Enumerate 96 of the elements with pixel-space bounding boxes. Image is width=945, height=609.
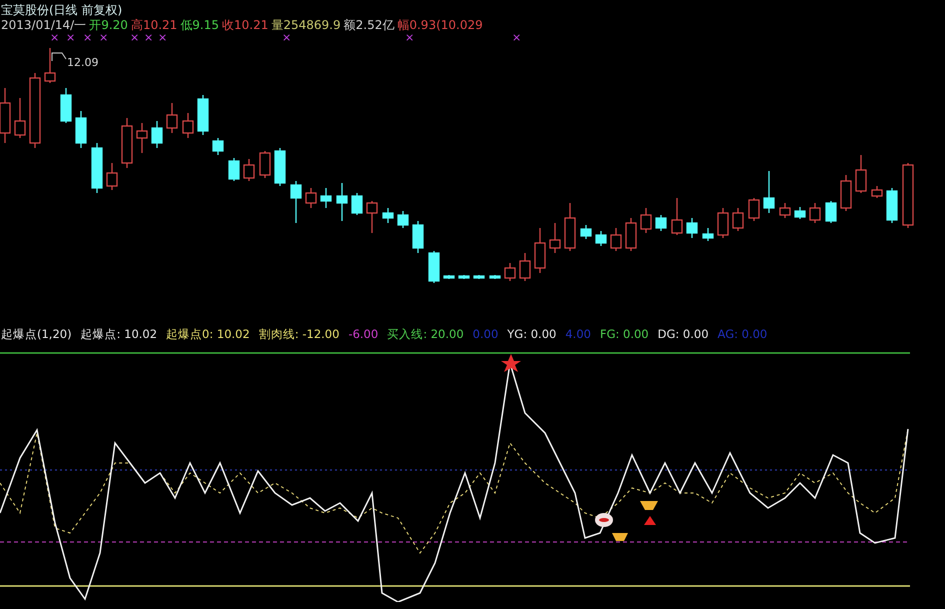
candlestick — [489, 275, 501, 279]
candlestick — [106, 163, 118, 190]
candlestick — [855, 155, 867, 193]
signal-mark: × — [83, 33, 92, 44]
candlestick — [748, 198, 760, 221]
indicator-value: 买入线: 20.00 — [387, 326, 464, 342]
candlestick — [14, 98, 26, 138]
candlestick — [305, 188, 317, 208]
candlestick — [519, 253, 531, 281]
indicator-value: 起爆点0: 10.02 — [166, 326, 250, 342]
indicator-value: 0.00 — [472, 327, 498, 341]
candlestick — [212, 138, 224, 155]
indicator-value: AG: 0.00 — [718, 327, 768, 341]
candlestick — [443, 275, 455, 279]
candlestick — [625, 218, 637, 251]
candlestick — [640, 208, 652, 233]
candlestick — [732, 208, 744, 231]
signal-mark: × — [158, 33, 168, 44]
quote-field: 量254869.9 — [271, 17, 341, 33]
candlestick — [428, 251, 440, 283]
indicator-value: YG: 0.00 — [507, 327, 556, 341]
coin-icon — [595, 513, 613, 527]
candlestick — [763, 171, 775, 213]
candlestick — [136, 123, 148, 153]
signal-mark: × — [66, 33, 76, 44]
candlestick — [458, 275, 470, 279]
candlestick — [366, 201, 378, 233]
candlestick — [290, 181, 302, 223]
chart-title: 宝莫股份(日线 前复权) — [0, 2, 124, 17]
candlestick — [166, 103, 178, 133]
signal-mark: × — [405, 33, 414, 44]
candlestick — [702, 228, 714, 241]
candlestick — [840, 175, 852, 211]
candlestick — [671, 198, 683, 235]
candlestick — [412, 221, 424, 253]
signal-mark: × — [512, 33, 522, 44]
candlestick — [336, 183, 348, 221]
leader-line — [52, 52, 66, 62]
candlestick — [504, 263, 516, 281]
candlestick — [549, 223, 561, 253]
quote-field: 开9.20 — [89, 17, 128, 33]
candlestick — [75, 111, 87, 148]
candlestick — [686, 218, 698, 238]
quote-field: 收10.21 — [222, 17, 268, 33]
indicator-value: 起爆点: 10.02 — [80, 326, 158, 342]
candlestick — [610, 228, 622, 251]
indicator-value: DG: 0.00 — [658, 327, 709, 341]
candlestick — [794, 207, 806, 219]
candlestick — [655, 215, 667, 231]
signal-mark: × — [282, 33, 292, 44]
star-icon — [501, 354, 521, 372]
candlestick — [595, 231, 607, 246]
candlestick — [182, 113, 194, 138]
candlestick — [825, 201, 837, 223]
indicator-title: 起爆点(1,20) — [1, 326, 72, 342]
candlestick — [902, 163, 914, 228]
indicator-value: FG: 0.00 — [600, 327, 649, 341]
candlestick — [259, 151, 271, 178]
triangle-icon — [644, 516, 656, 525]
quote-field: 高10.21 — [130, 17, 178, 33]
candlestick — [717, 208, 729, 238]
signal-mark: × — [99, 33, 108, 44]
candlestick — [274, 148, 286, 186]
candlestick — [809, 203, 821, 223]
candlestick — [197, 95, 209, 135]
ingot-icon — [640, 501, 658, 510]
candlestick — [243, 159, 255, 181]
candlestick — [228, 158, 240, 181]
candlestick — [351, 193, 363, 215]
indicator-value: 割肉线: -12.00 — [258, 326, 340, 342]
candlestick — [151, 121, 163, 148]
candlestick — [534, 228, 546, 273]
candlestick — [44, 48, 56, 83]
ingot-icon — [612, 533, 628, 541]
candlestick — [121, 118, 133, 168]
candlestick — [91, 143, 103, 193]
signal-mark: × — [50, 33, 60, 44]
indicator-value: -6.00 — [348, 327, 378, 341]
quote-date: 2013/01/14/一 — [1, 17, 86, 33]
candlestick — [580, 225, 592, 239]
indicator-value: 4.00 — [565, 327, 591, 341]
candlestick — [60, 88, 72, 123]
signal-mark: × — [130, 33, 140, 44]
quote-field: 低9.15 — [180, 17, 220, 33]
signal-mark: × — [144, 33, 154, 44]
candlestick — [886, 188, 898, 223]
price-label: 12.09 — [67, 56, 98, 69]
candlestick — [382, 208, 394, 223]
candlestick — [320, 188, 332, 208]
quote-field: 额2.52亿 — [344, 17, 394, 33]
quote-field: 幅0.93(10.029 — [397, 17, 483, 33]
candlestick — [779, 203, 791, 218]
candlestick — [564, 203, 576, 251]
candlestick — [473, 275, 485, 279]
candlestick — [871, 186, 883, 198]
candlestick — [397, 211, 409, 228]
